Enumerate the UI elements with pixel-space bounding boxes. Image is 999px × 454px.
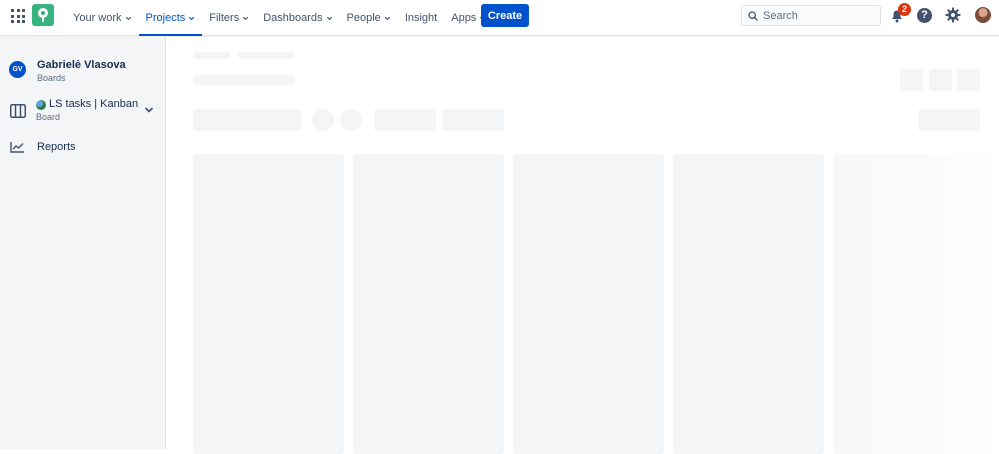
app-switcher-icon[interactable] [11,9,25,23]
sidebar-item-reports[interactable]: Reports [10,141,76,153]
jira-logo-icon[interactable] [32,4,54,26]
nav-item-label: Your work [73,12,122,24]
search-input[interactable] [763,9,873,22]
action-button-skeleton [957,69,980,91]
column-skeleton [193,154,344,454]
globe-icon [36,99,46,110]
search-box[interactable] [741,5,881,26]
breadcrumb-skeleton [238,52,294,59]
filter-skeleton [374,109,436,131]
column-skeleton [353,154,504,454]
nav-item-label: Insight [404,12,438,24]
project-sidebar: GV Gabrielė Vlasova Boards LS tasks | Ka… [0,37,166,449]
column-skeleton [833,154,999,454]
top-navigation: Your work Projects Filters Dashboards People… [0,0,999,36]
chevron-down-icon [189,16,195,20]
user-avatar[interactable] [975,7,991,23]
avatar-skeleton [340,109,362,131]
breadcrumb-skeleton [193,52,230,59]
settings-gear-icon[interactable] [945,7,961,23]
nav-item-label: People [346,12,381,24]
board-loading-skeleton [167,37,999,454]
project-name: Gabrielė Vlasova [37,59,126,71]
nav-item-filters[interactable]: Filters [202,0,256,36]
action-button-skeleton [900,69,923,91]
filter-skeleton [442,109,504,131]
board-name: LS tasks | Kanban [49,98,139,110]
primary-nav: Your work Projects Filters Dashboards People… [66,0,493,36]
nav-item-label: Filters [209,12,240,24]
nav-item-label: Projects [145,12,186,24]
column-skeleton [513,154,664,454]
title-skeleton [193,75,295,85]
avatar-skeleton [312,109,334,131]
nav-item-insight[interactable]: Insight [398,0,444,36]
reports-label: Reports [37,141,76,153]
notification-count-badge: 2 [898,3,911,16]
sidebar-item-board[interactable]: LS tasks | Kanban Board [10,98,158,123]
chevron-down-icon [125,16,131,20]
chevron-down-icon[interactable] [145,106,153,114]
reports-chart-icon [10,142,24,153]
project-header[interactable]: GV Gabrielė Vlasova Boards [9,59,126,84]
help-icon[interactable]: ? [917,8,932,23]
chevron-down-icon [243,16,249,20]
nav-item-your-work[interactable]: Your work [66,0,139,36]
action-button-skeleton [929,69,952,91]
board-type: Board [36,112,61,122]
insights-skeleton [918,109,980,131]
column-skeleton [673,154,824,454]
nav-item-projects[interactable]: Projects [138,0,203,36]
search-skeleton [193,109,301,131]
create-button[interactable]: Create [481,4,529,27]
project-avatar: GV [9,61,26,78]
chevron-down-icon [384,16,390,20]
search-icon [748,10,758,21]
nav-item-people[interactable]: People [340,0,398,36]
nav-item-label: Apps [451,12,477,24]
nav-item-label: Dashboards [263,12,323,24]
board-icon [10,104,26,118]
project-type: Boards [37,73,66,83]
nav-item-dashboards[interactable]: Dashboards [256,0,339,36]
chevron-down-icon [326,16,332,20]
